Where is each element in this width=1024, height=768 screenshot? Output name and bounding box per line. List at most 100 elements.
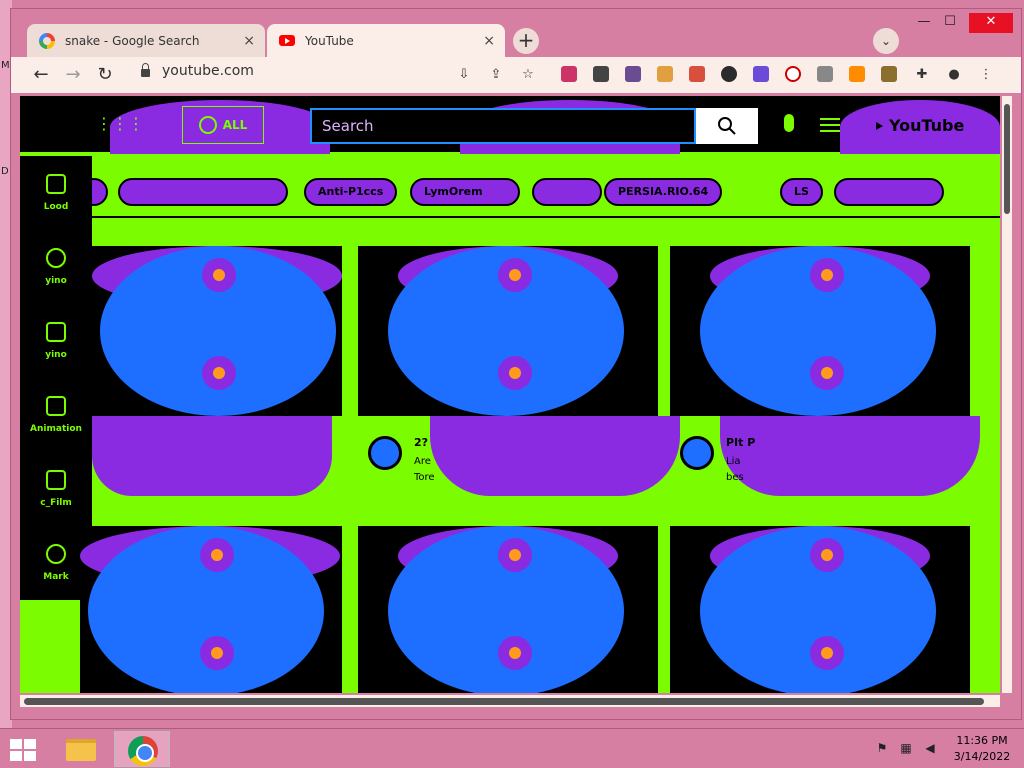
thumbnail-art	[200, 636, 234, 670]
video-thumbnail[interactable]	[670, 246, 970, 416]
chip[interactable]: Anti-P1ccs	[304, 178, 398, 206]
clock-date: 3/14/2022	[953, 750, 1011, 763]
tab-search-button[interactable]: ⌄	[873, 28, 899, 54]
chip[interactable]: LymOrem	[410, 178, 520, 206]
profile-icon[interactable]: ●	[945, 66, 963, 84]
sidebar-item-home[interactable]: Lood	[20, 156, 92, 230]
apps-grid-icon[interactable]: ⋮⋮⋮	[96, 116, 144, 132]
close-window-button[interactable]: ✕	[969, 13, 1013, 33]
new-tab-button[interactable]: +	[513, 28, 539, 54]
tab-title: snake - Google Search	[65, 33, 200, 48]
user-icon	[198, 116, 217, 134]
tab-google-search[interactable]: snake - Google Search ×	[27, 24, 265, 57]
extension-icon[interactable]	[625, 66, 641, 82]
reload-button[interactable]: ↻	[93, 63, 117, 87]
search-input[interactable]	[312, 110, 694, 142]
extension-icon[interactable]	[881, 66, 897, 82]
windows-icon	[10, 739, 22, 749]
compass-icon	[46, 248, 66, 268]
search-box[interactable]	[310, 108, 696, 144]
play-icon	[876, 121, 883, 130]
lock-icon	[141, 63, 150, 77]
microphone-icon[interactable]	[784, 114, 794, 132]
extension-icon[interactable]	[753, 66, 769, 82]
block-icon[interactable]	[785, 66, 801, 82]
video-thumbnail[interactable]	[80, 526, 342, 693]
folder-icon	[66, 739, 96, 761]
channel-avatar[interactable]	[368, 436, 402, 470]
browser-toolbar: ← → ↻ youtube.com ⇩ ⇪ ☆ ✚ ● ⋮	[11, 57, 1021, 93]
sidebar-item-subscriptions[interactable]: Animation	[20, 378, 92, 452]
channel-avatar[interactable]	[680, 436, 714, 470]
video-thumbnail[interactable]	[92, 246, 342, 416]
video-thumbnail[interactable]	[358, 526, 658, 693]
extension-icon[interactable]	[689, 66, 705, 82]
hamburger-menu-icon[interactable]	[820, 118, 840, 132]
windows-icon	[10, 751, 22, 761]
vertical-scrollbar[interactable]	[1002, 96, 1012, 693]
start-button[interactable]	[10, 739, 38, 761]
home-icon	[46, 174, 66, 194]
sidebar-item-library[interactable]: c_Film	[20, 452, 92, 526]
scrollbar-thumb[interactable]	[1004, 104, 1010, 214]
address-bar[interactable]: youtube.com	[141, 63, 254, 79]
all-label: ALL	[222, 118, 248, 132]
video-channel[interactable]: Are	[414, 456, 431, 467]
chip[interactable]	[834, 178, 944, 206]
thumbnail-art	[810, 636, 844, 670]
video-channel[interactable]: Lia	[726, 456, 740, 467]
page-viewport: ⋮⋮⋮ ALL YouTube	[20, 96, 1000, 693]
scrollbar-thumb[interactable]	[24, 698, 984, 705]
all-button[interactable]: ALL	[182, 106, 264, 144]
horizontal-scrollbar[interactable]	[20, 695, 1000, 707]
chip[interactable]: PERSIA.RIO.64	[604, 178, 723, 206]
video-title[interactable]: PIt P	[726, 436, 755, 449]
extension-icon[interactable]	[593, 66, 609, 82]
thumbnail-art	[810, 258, 844, 292]
video-meta	[102, 426, 402, 516]
tab-youtube[interactable]: YouTube ×	[267, 24, 505, 57]
close-tab-icon[interactable]: ×	[243, 33, 255, 49]
thumbnail-art	[202, 258, 236, 292]
volume-icon[interactable]: ◀	[922, 741, 938, 757]
sidebar-item-shorts[interactable]: yino	[20, 304, 92, 378]
forward-button[interactable]: →	[61, 63, 85, 87]
flag-icon[interactable]: ⚑	[874, 741, 890, 757]
search-button[interactable]	[696, 108, 758, 144]
extension-icon[interactable]	[657, 66, 673, 82]
taskbar: ⚑ ▦ ◀ 11:36 PM 3/14/2022	[0, 728, 1024, 768]
video-title[interactable]: 2?	[414, 436, 428, 449]
extension-icon[interactable]	[849, 66, 865, 82]
maximize-button[interactable]: ☐	[935, 13, 965, 33]
sidebar-item-label: yino	[45, 276, 67, 286]
thumbnail-art	[202, 356, 236, 390]
extension-icon[interactable]	[561, 66, 577, 82]
network-icon[interactable]: ▦	[898, 741, 914, 757]
puzzle-icon[interactable]: ✚	[913, 66, 931, 84]
chip-bar: Anti-P1ccs LymOrem PERSIA.RIO.64 LS	[80, 166, 1000, 218]
video-meta: PIt P Lia bes	[680, 426, 980, 516]
chip[interactable]: LS	[780, 178, 823, 206]
thumbnail-art	[200, 538, 234, 572]
video-thumbnail[interactable]	[358, 246, 658, 416]
video-thumbnail[interactable]	[670, 526, 970, 693]
share-icon[interactable]: ⇪	[487, 66, 505, 84]
chrome-taskbar-button[interactable]	[114, 731, 170, 767]
system-clock[interactable]: 11:36 PM 3/14/2022	[952, 733, 1012, 765]
subscriptions-icon	[46, 396, 66, 416]
bookmark-star-icon[interactable]: ☆	[519, 66, 537, 84]
extension-icon[interactable]	[721, 66, 737, 82]
install-icon[interactable]: ⇩	[455, 66, 473, 84]
chip[interactable]	[118, 178, 288, 206]
close-tab-icon[interactable]: ×	[483, 33, 495, 49]
menu-icon[interactable]: ⋮	[977, 66, 995, 84]
extension-icon[interactable]	[817, 66, 833, 82]
back-button[interactable]: ←	[29, 63, 53, 87]
windows-icon	[24, 739, 36, 749]
logo-text: YouTube	[889, 116, 965, 135]
sidebar-item-explore[interactable]: yino	[20, 230, 92, 304]
file-explorer-button[interactable]	[52, 731, 108, 767]
sidebar-item-label: c_Film	[40, 498, 72, 508]
youtube-logo[interactable]: YouTube	[876, 116, 964, 135]
chip[interactable]	[532, 178, 602, 206]
